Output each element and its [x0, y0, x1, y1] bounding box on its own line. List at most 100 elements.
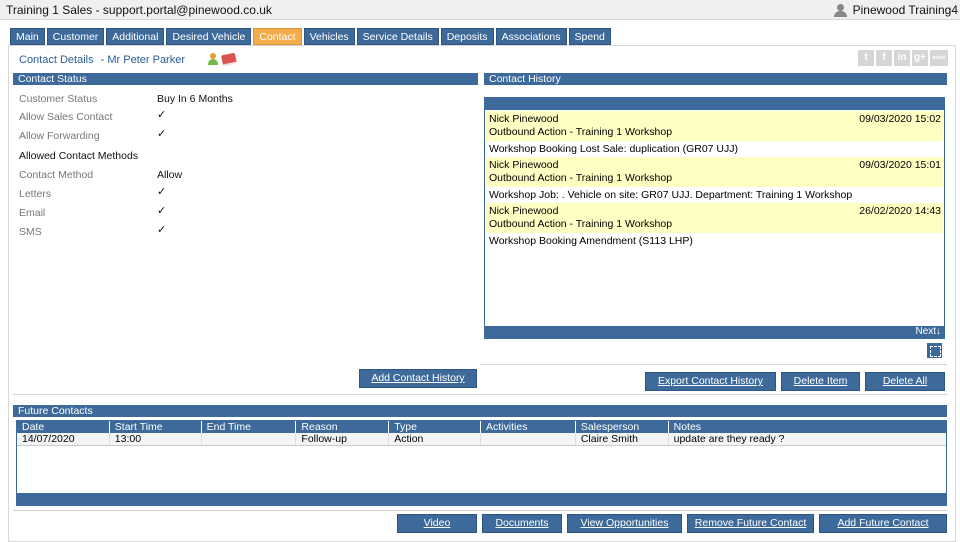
add-future-contact-button[interactable]: Add Future Contact — [819, 514, 947, 533]
user-menu[interactable]: Pinewood Training4 — [833, 3, 958, 17]
history-next-link[interactable]: Next↓ — [485, 326, 944, 338]
tab-vehicles[interactable]: Vehicles — [303, 28, 355, 45]
status-label: Allow Forwarding — [19, 130, 100, 142]
tab-deposits[interactable]: Deposits — [440, 28, 494, 45]
status-label: Email — [19, 207, 46, 219]
linkedin-icon[interactable]: in — [894, 50, 910, 66]
column-header[interactable]: Type — [389, 421, 482, 433]
history-entry[interactable]: Nick Pinewood Outbound Action - Training… — [486, 203, 943, 249]
check-icon: ✓ — [157, 128, 167, 140]
expand-icon[interactable] — [927, 343, 942, 358]
breadcrumb-customer[interactable]: - Mr Peter Parker — [101, 54, 185, 66]
table-cell — [202, 433, 297, 445]
history-name: Nick Pinewood — [489, 113, 559, 125]
column-header[interactable]: Start Time — [110, 421, 202, 433]
tab-bar: Main Customer Additional Desired Vehicle… — [10, 28, 611, 45]
google-plus-icon[interactable]: g+ — [912, 50, 928, 66]
history-datetime: 09/03/2020 15:01 — [859, 159, 941, 171]
video-button[interactable]: Video — [397, 514, 477, 533]
history-detail: Workshop Job: . Vehicle on site: GR07 UJ… — [489, 189, 853, 201]
tab-spend[interactable]: Spend — [568, 28, 611, 45]
user-name: Pinewood Training4 — [852, 3, 958, 17]
status-label: Letters — [19, 188, 52, 200]
table-footer — [17, 493, 946, 505]
table-cell: 14/07/2020 — [17, 433, 110, 445]
status-label: SMS — [19, 226, 42, 238]
breadcrumb-section[interactable]: Contact Details — [19, 54, 94, 66]
tab-main[interactable]: Main — [10, 28, 45, 45]
export-contact-history-button[interactable]: Export Contact History — [645, 372, 776, 391]
contact-status-header: Contact Status — [13, 73, 478, 85]
video-label: Video — [423, 517, 451, 529]
history-entry[interactable]: Nick Pinewood Outbound Action - Training… — [486, 157, 943, 203]
delete-item-button[interactable]: Delete Item — [781, 372, 860, 391]
contact-history-header: Contact History — [484, 73, 947, 85]
history-detail: Workshop Booking Lost Sale: duplication … — [489, 143, 739, 155]
table-header: Date Start Time End Time Reason Type Act… — [17, 421, 946, 433]
view-opportunities-button[interactable]: View Opportunities — [567, 514, 682, 533]
tab-associations[interactable]: Associations — [495, 28, 567, 45]
tab-desired-vehicle[interactable]: Desired Vehicle — [166, 28, 252, 45]
tab-service-details[interactable]: Service Details — [356, 28, 439, 45]
user-icon — [833, 3, 847, 17]
address-book-icon[interactable] — [221, 52, 237, 67]
table-cell: 13:00 — [110, 433, 202, 445]
title-bar: Training 1 Sales - support.portal@pinewo… — [0, 0, 960, 20]
column-header[interactable]: Reason — [296, 421, 390, 433]
table-cell: update are they ready ? — [673, 433, 785, 445]
twitter-icon[interactable]: t — [858, 50, 874, 66]
remove-future-contact-label: Remove Future Contact — [694, 517, 807, 529]
history-action: Outbound Action - Training 1 Workshop — [489, 126, 673, 138]
status-value: Buy In 6 Months — [157, 93, 233, 105]
column-header[interactable]: Date — [17, 421, 110, 433]
check-icon: ✓ — [157, 205, 167, 217]
facebook-icon[interactable]: f — [876, 50, 892, 66]
delete-item-label: Delete Item — [793, 375, 848, 387]
history-name: Nick Pinewood — [489, 159, 559, 171]
social-links: t f in g+ email — [858, 50, 948, 66]
contact-history-list[interactable]: Nick Pinewood Outbound Action - Training… — [484, 97, 945, 339]
remove-future-contact-button[interactable]: Remove Future Contact — [687, 514, 814, 533]
delete-all-label: Delete All — [882, 375, 928, 387]
window-title: Training 1 Sales - support.portal@pinewo… — [6, 3, 272, 17]
table-cell: Follow-up — [296, 433, 390, 445]
column-header[interactable]: Activities — [481, 421, 576, 433]
divider — [13, 510, 947, 511]
column-header[interactable]: Notes — [669, 421, 946, 433]
history-action: Outbound Action - Training 1 Workshop — [489, 218, 673, 230]
history-name: Nick Pinewood — [489, 205, 559, 217]
status-label: Contact Method — [19, 169, 94, 181]
table-row[interactable]: 14/07/2020 13:00 Follow-up Action Claire… — [17, 433, 946, 446]
delete-all-button[interactable]: Delete All — [865, 372, 945, 391]
table-cell: Claire Smith — [576, 433, 669, 445]
history-entry[interactable]: Nick Pinewood Outbound Action - Training… — [486, 111, 943, 157]
check-icon: ✓ — [157, 109, 167, 121]
future-contacts-table: Date Start Time End Time Reason Type Act… — [16, 420, 947, 506]
tab-customer[interactable]: Customer — [46, 28, 105, 45]
check-icon: ✓ — [157, 186, 167, 198]
status-value: Allow — [157, 169, 183, 181]
tab-additional[interactable]: Additional — [106, 28, 165, 45]
status-label: Customer Status — [19, 93, 98, 105]
column-header[interactable]: End Time — [202, 421, 297, 433]
breadcrumb: Contact Details - Mr Peter Parker — [19, 54, 189, 66]
status-subheading: Allowed Contact Methods — [19, 150, 139, 162]
history-datetime: 09/03/2020 15:02 — [859, 113, 941, 125]
check-icon: ✓ — [157, 224, 167, 236]
add-contact-history-label: Add Contact History — [371, 372, 465, 384]
table-cell — [481, 433, 576, 445]
divider — [480, 364, 947, 365]
add-contact-history-button[interactable]: Add Contact History — [359, 369, 477, 388]
crumb-icons — [207, 52, 237, 67]
tab-contact[interactable]: Contact — [253, 28, 302, 45]
documents-button[interactable]: Documents — [482, 514, 562, 533]
history-datetime: 26/02/2020 14:43 — [859, 205, 941, 217]
column-header[interactable]: Salesperson — [576, 421, 669, 433]
export-label: Export Contact History — [657, 375, 764, 387]
view-opportunities-label: View Opportunities — [580, 517, 669, 529]
customer-person-icon[interactable] — [207, 53, 219, 65]
email-icon[interactable]: email — [930, 50, 948, 66]
divider — [13, 394, 947, 395]
add-future-contact-label: Add Future Contact — [837, 517, 929, 529]
history-detail: Workshop Booking Amendment (S113 LHP) — [489, 235, 693, 247]
